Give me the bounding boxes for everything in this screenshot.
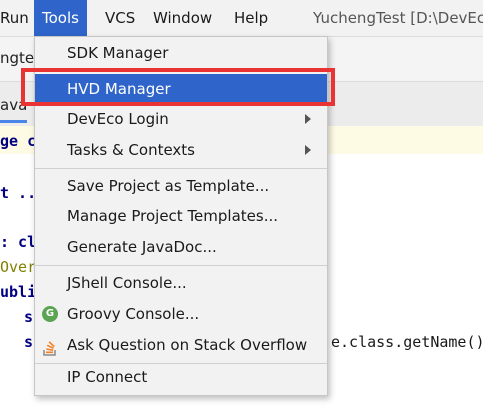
- submenu-arrow-icon: [305, 114, 311, 124]
- menu-item-save-project-template[interactable]: Save Project as Template...: [35, 171, 327, 201]
- menu-help[interactable]: Help: [234, 0, 268, 36]
- code-tail-text: e.class.getName(): [331, 333, 483, 351]
- menu-item-label: Save Project as Template...: [67, 177, 270, 195]
- menu-item-tasks-contexts[interactable]: Tasks & Contexts: [35, 135, 327, 165]
- menu-separator: [35, 265, 327, 266]
- menu-item-label: Tasks & Contexts: [67, 141, 195, 159]
- annotation-highlight-box: [21, 68, 335, 106]
- menu-run[interactable]: Run: [0, 0, 29, 36]
- menu-item-label: Generate JavaDoc...: [67, 238, 217, 256]
- menu-item-jshell-console[interactable]: JShell Console...: [35, 268, 327, 298]
- code-line-statement-2-tail: e.class.getName(): [331, 333, 483, 351]
- menu-separator: [35, 168, 327, 169]
- menu-item-label: Manage Project Templates...: [67, 207, 279, 225]
- project-breadcrumb[interactable]: ngte: [0, 49, 34, 67]
- stack-overflow-icon: [42, 337, 58, 356]
- code-line-public: ubli: [0, 283, 37, 301]
- menu-item-ip-connect[interactable]: IP Connect: [35, 362, 327, 392]
- menu-item-label: Groovy Console...: [67, 305, 200, 323]
- code-line-override: Over: [0, 258, 37, 276]
- menu-vcs[interactable]: VCS: [105, 0, 135, 36]
- menu-item-deveco-login[interactable]: DevEco Login: [35, 104, 327, 134]
- menu-window[interactable]: Window: [153, 0, 212, 36]
- code-line-class: : cl: [0, 233, 37, 251]
- menu-item-label: JShell Console...: [67, 274, 187, 292]
- code-line-statement-2: s: [24, 333, 34, 351]
- code-line-import: t ..: [0, 184, 37, 202]
- menu-item-groovy-console[interactable]: G Groovy Console...: [35, 299, 327, 329]
- menu-item-label: IP Connect: [67, 368, 148, 386]
- menu-bar: Run Tools VCS Window Help YuchengTest [D…: [0, 0, 483, 37]
- submenu-arrow-icon: [305, 145, 311, 155]
- menu-item-stack-overflow[interactable]: Ask Question on Stack Overflow: [35, 330, 327, 360]
- menu-tools[interactable]: Tools: [34, 0, 87, 36]
- code-line-statement-1: s: [24, 308, 34, 326]
- groovy-icon: G: [42, 306, 58, 322]
- menu-item-label: DevEco Login: [67, 110, 169, 128]
- menu-item-sdk-manager[interactable]: SDK Manager: [35, 38, 327, 68]
- window-title: YuchengTest [D:\DevEc: [313, 9, 483, 27]
- code-line-package: ge c: [0, 132, 37, 150]
- menu-item-manage-project-templates[interactable]: Manage Project Templates...: [35, 201, 327, 231]
- menu-item-label: SDK Manager: [67, 44, 169, 62]
- menu-item-label: Ask Question on Stack Overflow: [67, 336, 308, 354]
- menu-item-generate-javadoc[interactable]: Generate JavaDoc...: [35, 232, 327, 262]
